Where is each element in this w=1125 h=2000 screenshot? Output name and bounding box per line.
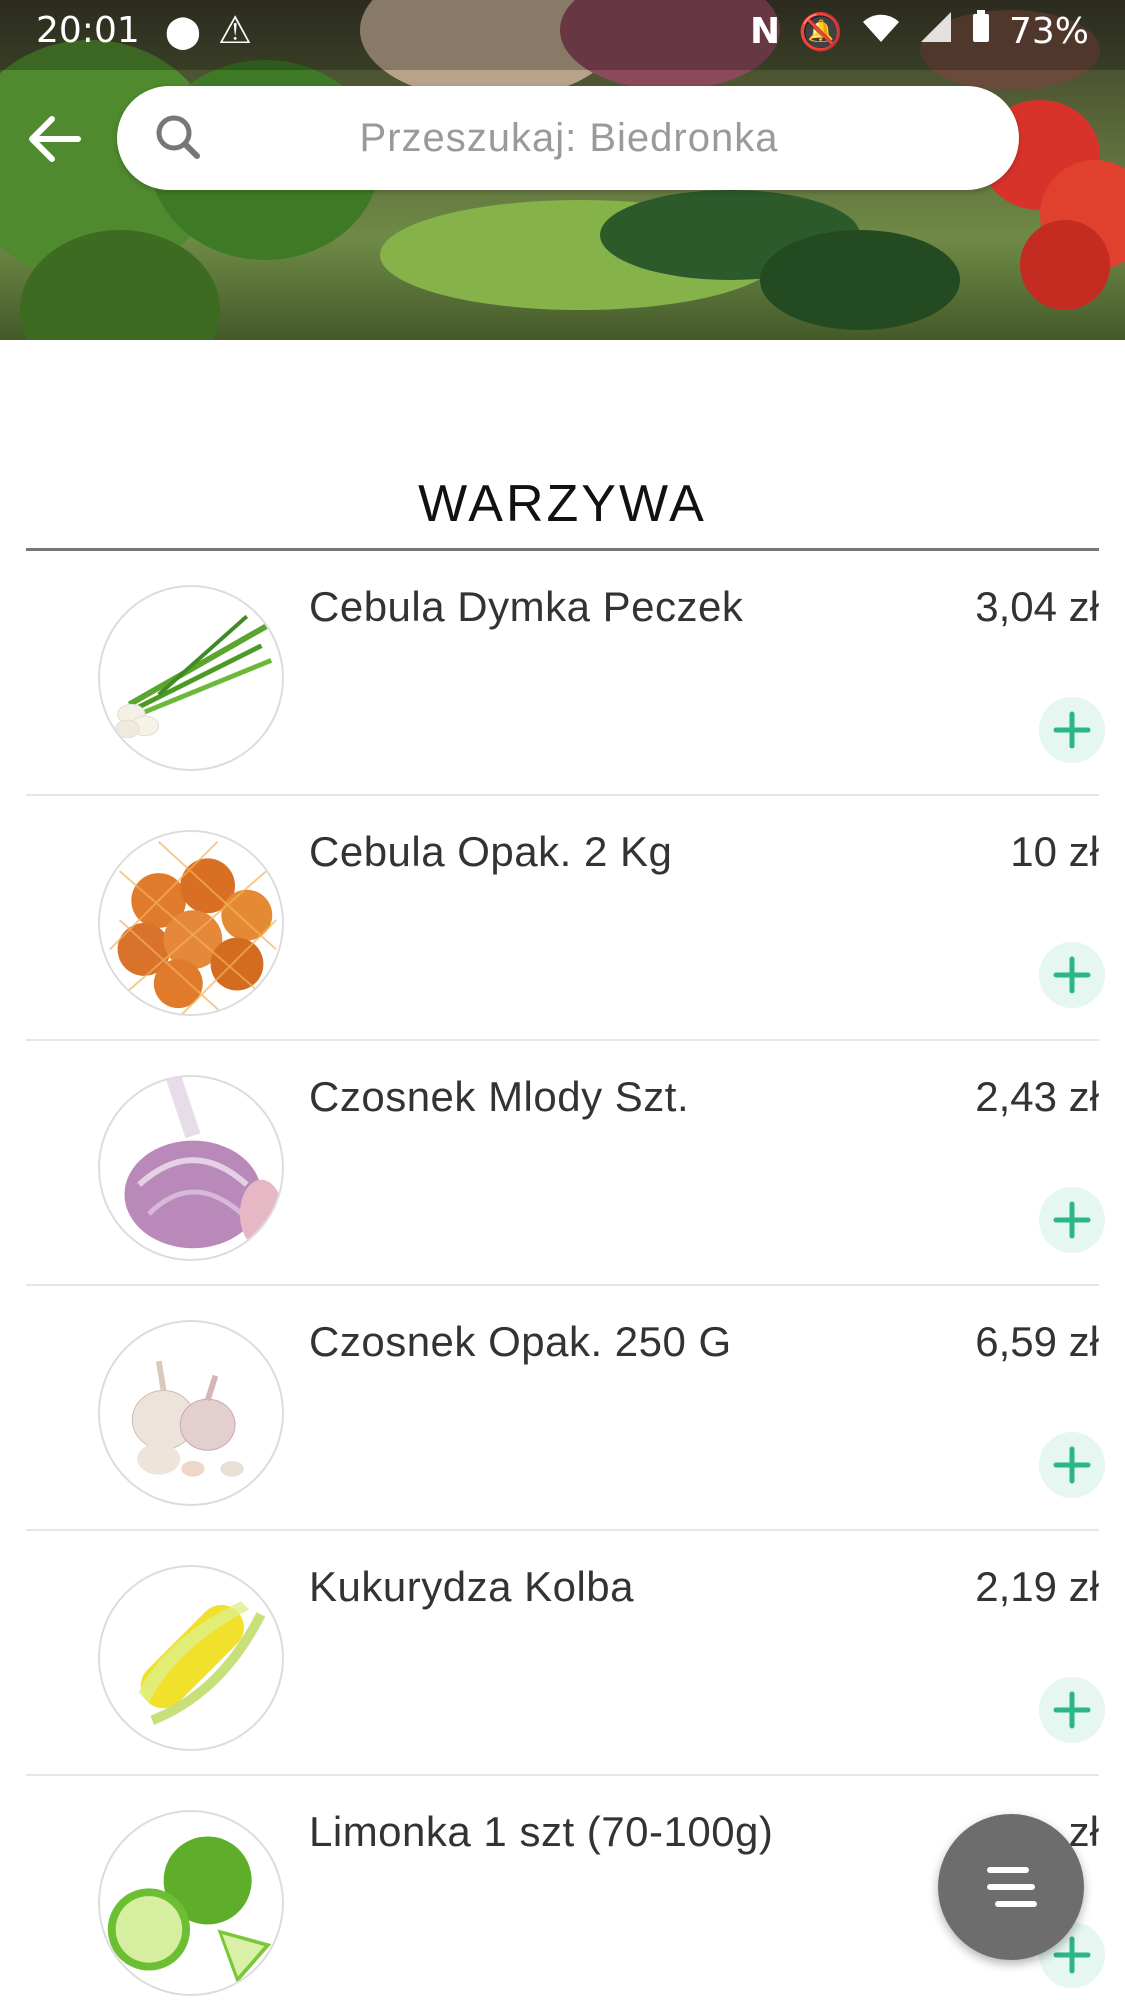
nfc-icon: N <box>750 11 781 52</box>
status-time: 20:01 <box>36 10 140 51</box>
list-item[interactable]: Cebula Dymka Peczek 3,04 zł <box>26 551 1105 796</box>
signal-icon <box>919 10 953 53</box>
category-title: WARZYWA <box>418 475 707 533</box>
product-image-young-garlic <box>98 1075 284 1261</box>
back-arrow-icon[interactable] <box>20 104 90 174</box>
product-name: Cebula Dymka Peczek <box>309 583 744 630</box>
product-price: 3,04 zł <box>975 583 1099 630</box>
bell-off-icon: 🔕 <box>798 11 843 53</box>
wifi-icon <box>861 10 901 53</box>
product-price: 2,19 zł <box>975 1563 1099 1610</box>
list-item[interactable]: Czosnek Mlody Szt. 2,43 zł <box>26 1041 1105 1286</box>
add-to-cart-button[interactable] <box>1039 942 1105 1008</box>
plus-icon <box>1053 956 1091 994</box>
battery-icon <box>971 10 991 53</box>
product-image-lime <box>98 1810 284 1996</box>
battery-percent: 73% <box>1008 11 1089 52</box>
add-to-cart-button[interactable] <box>1039 1432 1105 1498</box>
add-to-cart-button[interactable] <box>1039 1677 1105 1743</box>
product-list: Cebula Dymka Peczek 3,04 zł Cebula Opak.… <box>26 551 1105 2000</box>
product-image-garlic-pack <box>98 1320 284 1506</box>
location-icon: ⬤ <box>165 12 201 50</box>
plus-icon <box>1053 1446 1091 1484</box>
list-item[interactable]: Cebula Opak. 2 Kg 10 zł <box>26 796 1105 1041</box>
search-input[interactable] <box>209 115 929 161</box>
warning-icon: ⚠ <box>218 8 253 52</box>
add-to-cart-button[interactable] <box>1039 697 1105 763</box>
product-name: Limonka 1 szt (70-100g) <box>309 1808 774 1855</box>
plus-icon <box>1053 711 1091 749</box>
product-name: Czosnek Opak. 250 G <box>309 1318 732 1365</box>
search-icon <box>156 115 200 159</box>
product-name: Czosnek Mlody Szt. <box>309 1073 690 1120</box>
product-image-onion-bag <box>98 830 284 1016</box>
status-bar: 20:01 ⬤ ⚠ N 🔕 73% <box>0 0 1125 62</box>
menu-fab-button[interactable] <box>938 1814 1084 1960</box>
product-image-spring-onion <box>98 585 284 771</box>
product-price: 6,59 zł <box>975 1318 1099 1365</box>
product-price: 2,43 zł <box>975 1073 1099 1120</box>
product-image-corn <box>98 1565 284 1751</box>
product-name: Kukurydza Kolba <box>309 1563 635 1610</box>
add-to-cart-button[interactable] <box>1039 1187 1105 1253</box>
product-price: 10 zł <box>1010 828 1099 875</box>
product-name: Cebula Opak. 2 Kg <box>309 828 673 875</box>
menu-icon <box>987 1867 1037 1907</box>
plus-icon <box>1053 1691 1091 1729</box>
list-item[interactable]: Kukurydza Kolba 2,19 zł <box>26 1531 1105 1776</box>
plus-icon <box>1053 1201 1091 1239</box>
search-bar[interactable] <box>117 86 1019 190</box>
list-item[interactable]: Czosnek Opak. 250 G 6,59 zł <box>26 1286 1105 1531</box>
